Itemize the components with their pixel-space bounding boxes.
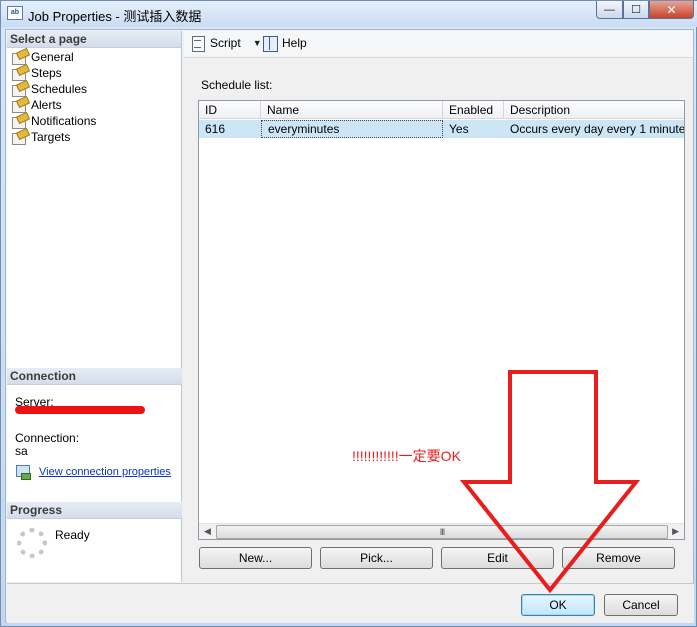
pick-schedule-button[interactable]: Pick... [320,547,433,569]
right-pane: Script ▼ Help Schedule list: ID Name Ena… [184,31,693,582]
redacted-server-name [15,406,145,414]
annotation-text: !!!!!!!!!!!!一定要OK [352,448,461,464]
progress-section: Progress Ready [7,502,182,582]
page-list: General Steps Schedules Alerts Notificat… [7,48,181,145]
scroll-thumb[interactable]: III [216,525,668,539]
page-item-general[interactable]: General [7,49,181,65]
left-pane: Select a page General Steps Schedules Al… [7,31,182,582]
select-page-header: Select a page [7,31,181,48]
page-item-steps[interactable]: Steps [7,65,181,81]
help-label: Help [282,36,307,50]
cell-description[interactable]: Occurs every day every 1 minute(s) b [504,120,684,138]
page-item-schedules[interactable]: Schedules [7,81,181,97]
script-button[interactable]: Script ▼ [190,35,262,52]
script-icon [190,35,206,52]
dialog-client-area: Select a page General Steps Schedules Al… [5,29,694,623]
scroll-right-icon[interactable]: ▶ [672,526,679,537]
close-button[interactable]: ✕ [649,1,694,19]
title-bar[interactable]: ab Job Properties - 测试插入数据 — ☐ ✕ [1,1,697,27]
page-icon [11,50,27,65]
horizontal-scrollbar[interactable]: ◀ III ▶ [199,523,684,539]
cell-id[interactable]: 616 [199,120,261,138]
page-icon [11,98,27,113]
job-properties-window: ab Job Properties - 测试插入数据 — ☐ ✕ Select … [0,0,697,627]
script-label: Script [210,36,241,50]
toolbar: Script ▼ Help [184,31,693,58]
maximize-icon: ☐ [631,4,641,16]
page-icon [11,114,27,129]
connection-section: Connection Server: Connection: sa View c… [7,368,182,498]
close-icon: ✕ [666,2,677,17]
column-header-id[interactable]: ID [199,101,261,119]
help-button[interactable]: Help [262,35,307,52]
app-icon: ab [7,6,23,20]
column-header-enabled[interactable]: Enabled [443,101,504,119]
page-item-label: Steps [31,66,62,80]
progress-status: Ready [55,528,90,542]
schedule-grid[interactable]: ID Name Enabled Description 616 everymin… [198,100,685,540]
page-item-label: Notifications [31,114,97,128]
progress-header: Progress [7,502,182,519]
connection-label: Connection: [15,431,80,445]
remove-schedule-button[interactable]: Remove [562,547,675,569]
page-icon [11,66,27,81]
page-item-label: General [31,50,74,64]
page-item-alerts[interactable]: Alerts [7,97,181,113]
page-icon [11,130,27,145]
page-item-targets[interactable]: Targets [7,129,181,145]
cell-enabled[interactable]: Yes [443,120,504,138]
column-header-description[interactable]: Description [504,101,684,119]
column-header-name[interactable]: Name [261,101,443,119]
grid-header: ID Name Enabled Description [199,101,684,119]
connection-value: sa [15,444,28,458]
window-title: Job Properties - 测试插入数据 [28,9,202,24]
schedule-list-label: Schedule list: [201,78,273,92]
progress-spinner-icon [17,528,47,558]
help-book-icon [262,35,278,52]
cancel-button[interactable]: Cancel [604,594,678,616]
minimize-button[interactable]: — [596,1,623,19]
scroll-left-icon[interactable]: ◀ [204,526,211,537]
minimize-icon: — [604,3,615,16]
cell-name[interactable]: everyminutes [261,120,443,138]
page-item-notifications[interactable]: Notifications [7,113,181,129]
page-item-label: Alerts [31,98,62,112]
view-connection-properties-link[interactable]: View connection properties [39,466,171,478]
dialog-button-bar: OK Cancel [7,583,694,623]
connection-properties-icon [15,465,31,480]
ok-button[interactable]: OK [521,594,595,616]
window-controls: — ☐ ✕ [596,1,694,19]
chevron-down-icon[interactable]: ▼ [253,38,262,48]
page-icon [11,82,27,97]
edit-schedule-button[interactable]: Edit [441,547,554,569]
maximize-button[interactable]: ☐ [623,1,649,19]
table-row[interactable]: 616 everyminutes Yes Occurs every day ev… [199,120,684,138]
page-item-label: Schedules [31,82,88,96]
new-schedule-button[interactable]: New... [199,547,312,569]
page-item-label: Targets [31,130,71,144]
connection-header: Connection [7,368,182,385]
